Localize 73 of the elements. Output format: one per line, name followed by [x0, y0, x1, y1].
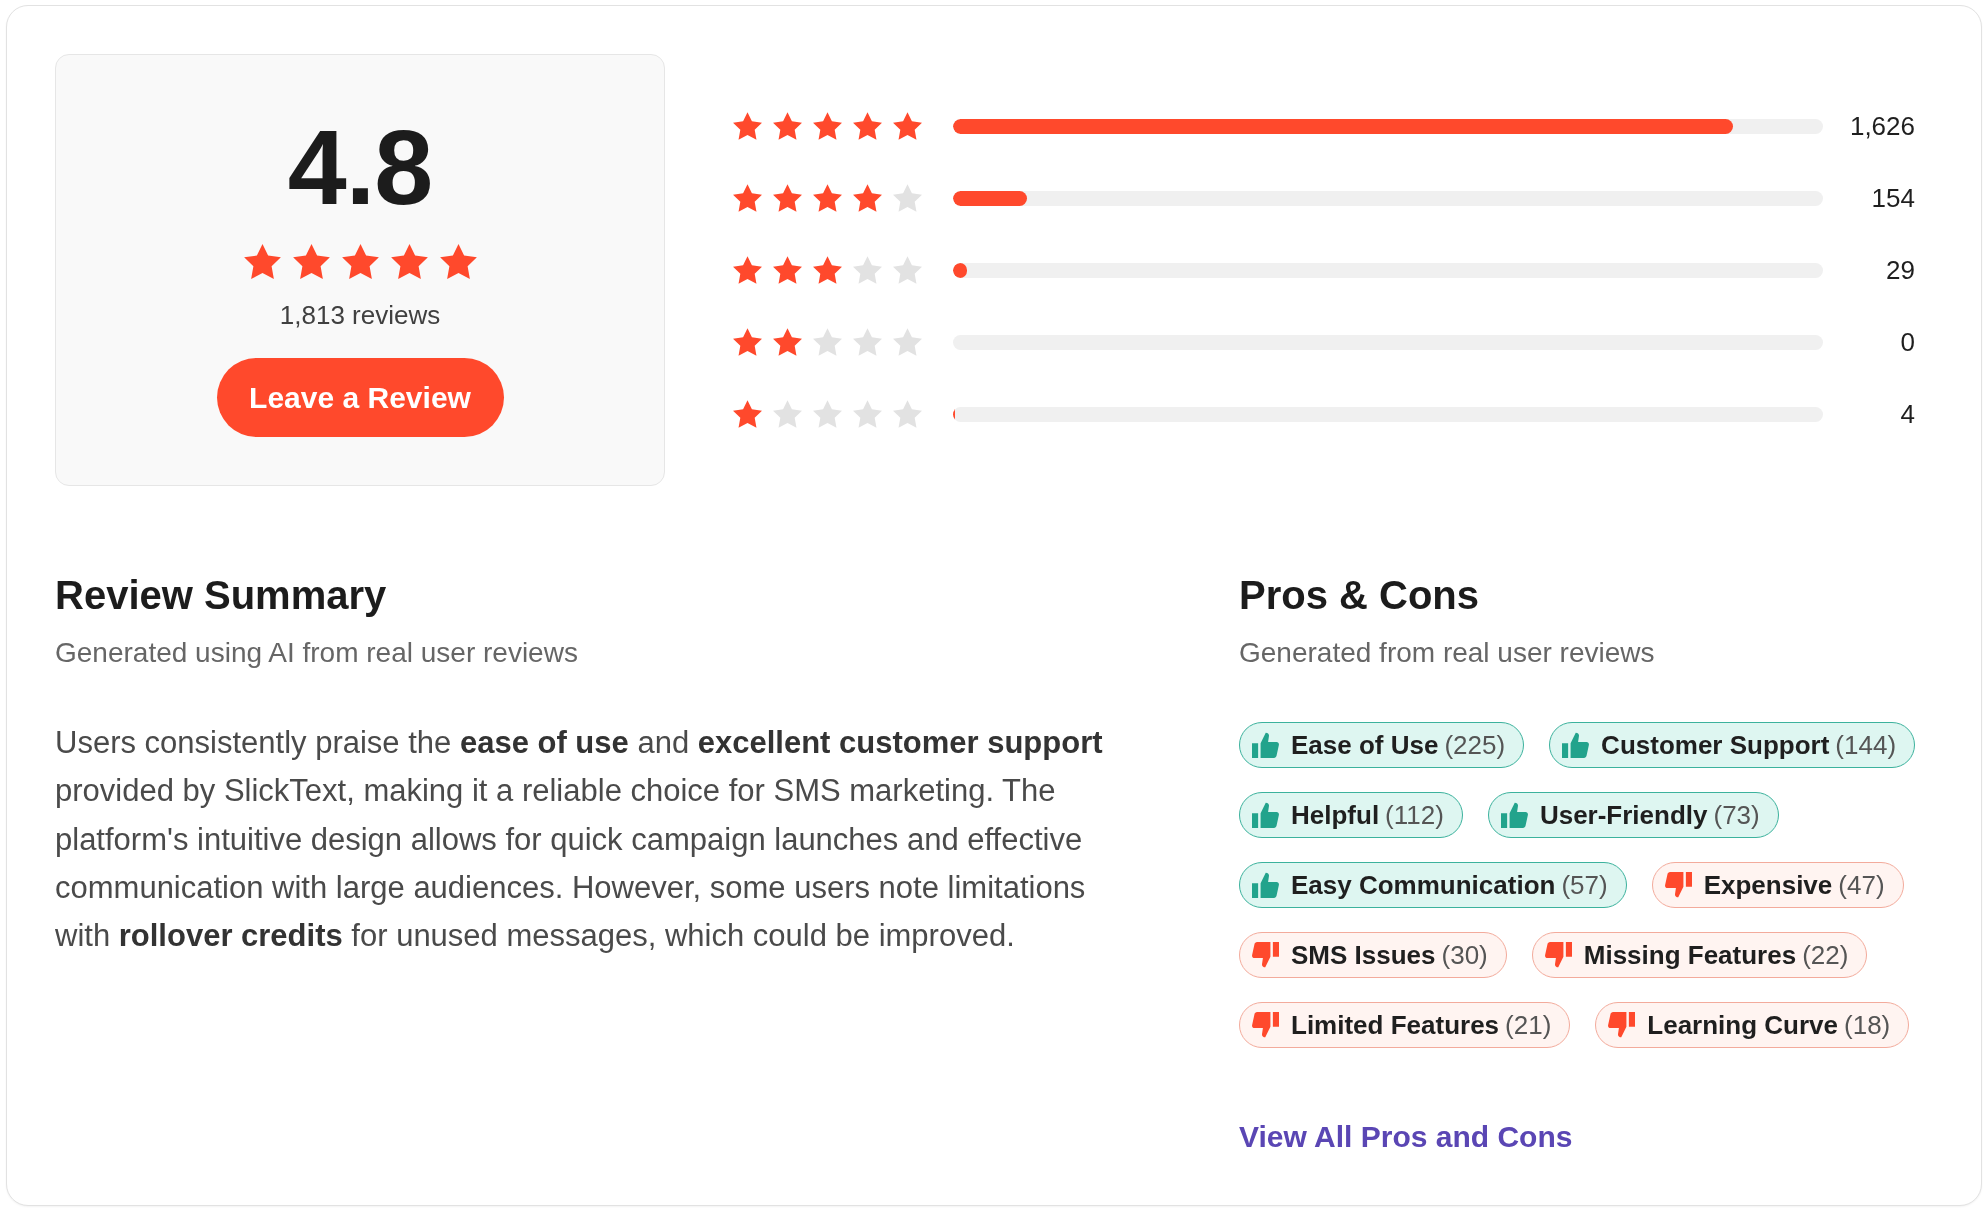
tag-label: Customer Support [1601, 729, 1830, 761]
thumbs-down-icon [1544, 942, 1572, 968]
section-subtitle: Generated using AI from real user reviews [55, 636, 579, 670]
star-icon [773, 184, 802, 212]
star-icon [813, 184, 842, 212]
tag-count: (21) [1505, 1009, 1552, 1041]
star-icon [773, 400, 802, 428]
star-icon [773, 256, 802, 284]
tag-label: Learning Curve [1647, 1009, 1839, 1041]
thumbs-up-icon [1500, 802, 1528, 828]
tag-label: Helpful [1291, 799, 1380, 831]
rating-count: 0 [1899, 326, 1915, 358]
tag-count: (22) [1802, 939, 1849, 971]
star-icon [341, 244, 379, 279]
star-icon [813, 112, 842, 140]
star-icon [853, 328, 882, 356]
tag-count: (47) [1838, 869, 1885, 901]
star-icon [893, 400, 922, 428]
rating-count: 29 [1885, 254, 1915, 286]
tag-count: (112) [1385, 799, 1444, 831]
thumbs-down-icon [1252, 942, 1279, 968]
star-icon [893, 328, 922, 356]
tag-label: Limited Features [1291, 1009, 1500, 1041]
rating-count: 154 [1870, 182, 1915, 214]
thumbs-up-icon [1252, 872, 1279, 898]
tag-label: Missing Features [1583, 939, 1797, 971]
tag-count: (30) [1441, 939, 1488, 971]
tag-count: (73) [1713, 799, 1760, 831]
star-icon [733, 184, 762, 212]
tag-label: Ease of Use [1291, 729, 1439, 761]
tag-label: Easy Communication [1291, 869, 1556, 901]
thumbs-up-icon [1562, 732, 1590, 758]
tag-count: (18) [1844, 1009, 1891, 1041]
tag-label: User-Friendly [1539, 799, 1708, 831]
star-icon [813, 328, 842, 356]
star-icon [390, 244, 428, 279]
star-icon [733, 400, 762, 428]
star-icon [773, 328, 802, 356]
star-icon [773, 112, 802, 140]
star-icon [733, 112, 762, 140]
average-rating: 4.8 [287, 114, 433, 220]
star-icon [813, 256, 842, 284]
rating-count: 4 [1899, 398, 1915, 430]
tag-count: (144) [1835, 729, 1897, 761]
section-heading: Review Summary [55, 572, 388, 619]
star-icon [853, 256, 882, 284]
tag-count: (225) [1444, 729, 1506, 761]
thumbs-down-icon [1608, 1012, 1636, 1038]
thumbs-down-icon [1664, 872, 1692, 898]
rating-count: 1,626 [1848, 110, 1915, 142]
section-subtitle: Generated from real user reviews [1239, 636, 1656, 670]
star-icon [853, 184, 882, 212]
tag-count: (57) [1561, 869, 1608, 901]
review-count: 1,813 reviews [279, 299, 441, 331]
star-icon [733, 256, 762, 284]
star-icon [243, 244, 281, 279]
section-heading: Pros & Cons [1239, 572, 1481, 619]
star-icon [893, 112, 922, 140]
summary-paragraph: Users consistently praise the ease of use and excellent customer support provided by SlickText, making it a reliable choice for SMS marketing. The platform's intuitive design allows for quick campaign launches and effective communication with large audiences. However, some users note limitations with rollover credits for unused messages, which could be improved. [55, 724, 1104, 956]
thumbs-down-icon [1252, 1012, 1279, 1038]
star-icon [893, 256, 922, 284]
thumbs-up-icon [1252, 732, 1279, 758]
star-icon [813, 400, 842, 428]
star-icon [893, 184, 922, 212]
star-icon [439, 244, 477, 279]
thumbs-up-icon [1252, 802, 1279, 828]
view-all-link[interactable]: View All Pros and Cons [1239, 1119, 1573, 1155]
tag-label: SMS Issues [1291, 939, 1436, 971]
star-icon [292, 244, 330, 279]
star-icon [853, 400, 882, 428]
star-icon [733, 328, 762, 356]
star-icon [853, 112, 882, 140]
tag-label: Expensive [1703, 869, 1833, 901]
